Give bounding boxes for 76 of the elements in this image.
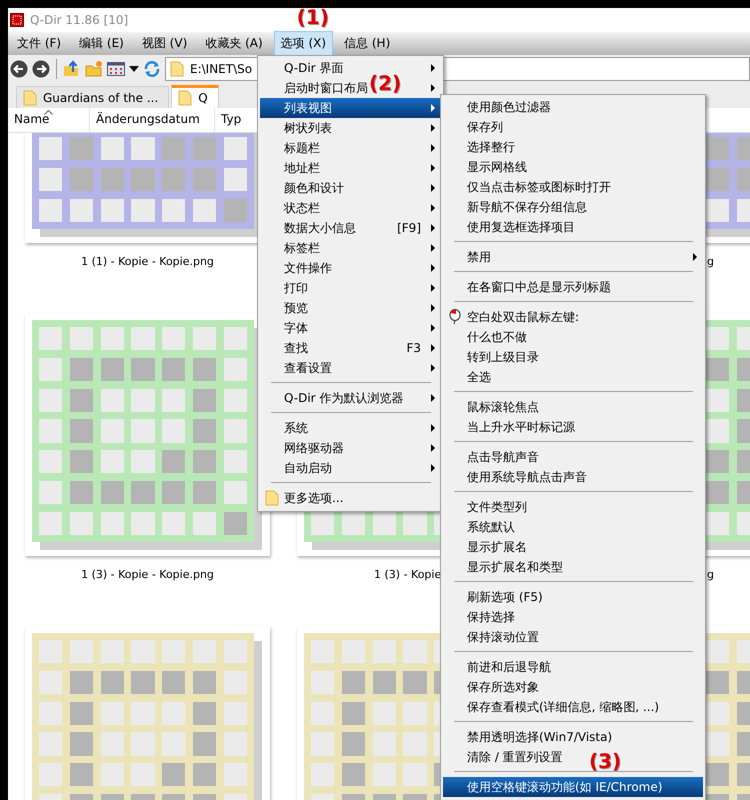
column-header[interactable]: Änderungsdatum <box>90 108 215 132</box>
menu-item[interactable]: 打印 <box>260 278 441 298</box>
menu-item[interactable]: 标签栏 <box>260 238 441 258</box>
menu-item[interactable]: Q-Dir 作为默认浏览器 <box>260 388 441 408</box>
file-name: g <box>707 568 714 581</box>
forward-icon[interactable] <box>32 60 50 78</box>
window-title: Q-Dir 11.86 [10] <box>30 13 128 27</box>
folder-tab[interactable]: Guardians of the ... <box>16 86 170 108</box>
menu-item[interactable]: 字体 <box>260 318 441 338</box>
menu-item[interactable]: 预览 <box>260 298 441 318</box>
menu-item[interactable]: 网络驱动器 <box>260 438 441 458</box>
menu-item[interactable]: 列表视图 <box>260 98 441 118</box>
file-name: 1 (3) - Kopie <box>374 568 442 581</box>
menu-item[interactable]: 更多选项... <box>260 488 441 508</box>
menu-item[interactable]: 保持选择 <box>443 607 703 627</box>
menu-item[interactable]: 新导航不保存分组信息 <box>443 197 703 217</box>
menu-item[interactable]: 全选 <box>443 367 703 387</box>
menu-item[interactable]: 文件类型列 <box>443 497 703 517</box>
menu-item[interactable]: 地址栏 <box>260 158 441 178</box>
menu-item[interactable]: 文件操作 <box>260 258 441 278</box>
menu-item[interactable]: 查看设置 <box>260 358 441 378</box>
menu-bar-item[interactable]: 收藏夹 (A) <box>198 31 270 56</box>
menu-bar-item[interactable]: 文件 (F) <box>10 31 68 56</box>
menu-item[interactable]: 转到上级目录 <box>443 347 703 367</box>
menu-item[interactable]: 状态栏 <box>260 198 441 218</box>
back-icon[interactable] <box>10 60 28 78</box>
file-name: 1 (3) - Kopie - Kopie.png <box>81 568 214 581</box>
file-name: g <box>707 255 714 268</box>
menu-item[interactable]: 显示网格线 <box>443 157 703 177</box>
menu-item[interactable]: 空白处双击鼠标左键: <box>443 307 703 327</box>
folder-icon <box>178 90 192 106</box>
menu-item[interactable]: 保存查看模式(详细信息, 缩略图, ...) <box>443 697 703 717</box>
menu-item[interactable]: 系统 <box>260 418 441 438</box>
balloon-icon <box>449 309 461 325</box>
menu-bar-item[interactable]: 编辑 (E) <box>72 31 131 56</box>
menu-item[interactable]: 保存所选对象 <box>443 677 703 697</box>
file-name: 1 (1) - Kopie - Kopie.png <box>81 255 214 268</box>
menu-item[interactable]: 使用复选框选择项目 <box>443 217 703 237</box>
menu-bar-item[interactable]: 信息 (H) <box>337 31 398 56</box>
menu-item[interactable]: 选择整行 <box>443 137 703 157</box>
annotation-label: (3) <box>589 749 622 773</box>
menu-item[interactable]: 颜色和设计 <box>260 178 441 198</box>
menu-item[interactable]: 保持滚动位置 <box>443 627 703 647</box>
folder-icon <box>265 490 279 506</box>
menu-item[interactable]: 使用空格键滚动功能(如 IE/Chrome) <box>443 777 703 797</box>
menu-item[interactable]: 显示扩展名 <box>443 537 703 557</box>
menu-item[interactable]: 显示扩展名和类型 <box>443 557 703 577</box>
menu-item[interactable]: 自动启动 <box>260 458 441 478</box>
menu-item[interactable]: 查找 F3 <box>260 338 441 358</box>
folder-icon <box>23 90 37 106</box>
folder-up-icon[interactable] <box>63 60 81 78</box>
menu-item[interactable]: 鼠标滚轮焦点 <box>443 397 703 417</box>
menu-item[interactable]: 仅当点击标签或图标时打开 <box>443 177 703 197</box>
menu-item[interactable]: 系统默认 <box>443 517 703 537</box>
sort-caret-icon <box>44 110 53 115</box>
folder-tab[interactable]: Q <box>171 85 219 108</box>
menu-item[interactable]: 使用颜色过滤器 <box>443 97 703 117</box>
menu-item[interactable]: 在各窗口中总是显示列标题 <box>443 277 703 297</box>
menu-item[interactable]: 禁用透明选择(Win7/Vista) <box>443 727 703 747</box>
menu-item[interactable]: 标题栏 <box>260 138 441 158</box>
menu-item[interactable]: 保存列 <box>443 117 703 137</box>
annotation-label: (1) <box>296 5 329 29</box>
folder-icon <box>170 61 184 77</box>
menu-item[interactable]: 什么也不做 <box>443 327 703 347</box>
thumbnail-card[interactable] <box>25 313 270 556</box>
menu-item[interactable]: 点击导航声音 <box>443 447 703 467</box>
menu-item[interactable]: 前进和后退导航 <box>443 657 703 677</box>
column-header[interactable]: Name <box>8 108 90 132</box>
menu-item[interactable]: 刷新选项 (F5) <box>443 587 703 607</box>
view-grid-icon[interactable] <box>107 61 125 77</box>
menu-item[interactable]: 当上升水平时标记源 <box>443 417 703 437</box>
menu-item[interactable]: 使用系统导航点击声音 <box>443 467 703 487</box>
menu-item[interactable]: 禁用 <box>443 247 703 267</box>
menu-bar-item[interactable]: 视图 (V) <box>134 31 194 56</box>
dropdown-caret-icon[interactable] <box>129 66 139 72</box>
menu-item[interactable]: 数据大小信息 [F9] <box>260 218 441 238</box>
